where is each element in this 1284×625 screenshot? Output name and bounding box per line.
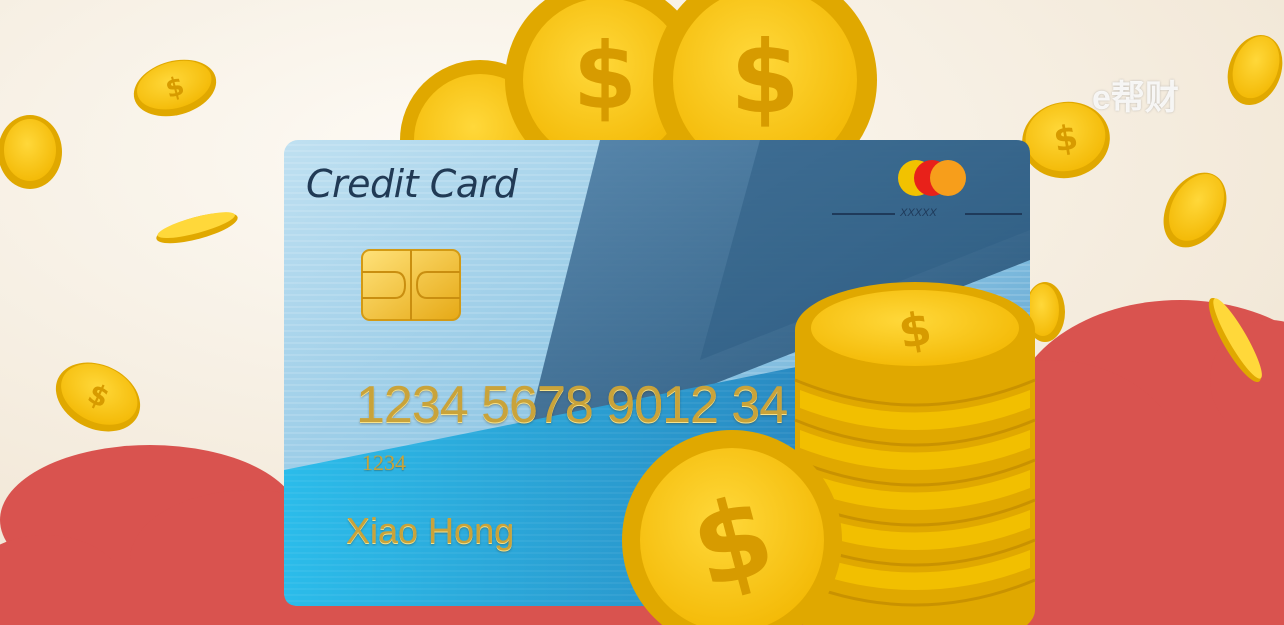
card-title: Credit Card: [306, 162, 518, 206]
card-sub-number: 1234: [362, 450, 406, 475]
card-number: 1234 5678 9012 34: [356, 376, 788, 434]
svg-text:$: $: [730, 19, 800, 136]
floating-coin-2: [0, 115, 62, 189]
card-chip: [361, 249, 461, 321]
card-brand-code: XXXXX: [900, 207, 937, 219]
svg-text:$: $: [573, 23, 637, 130]
watermark-logo: e帮财: [1092, 79, 1179, 117]
card-holder-name: Xiao Hong: [346, 510, 515, 551]
